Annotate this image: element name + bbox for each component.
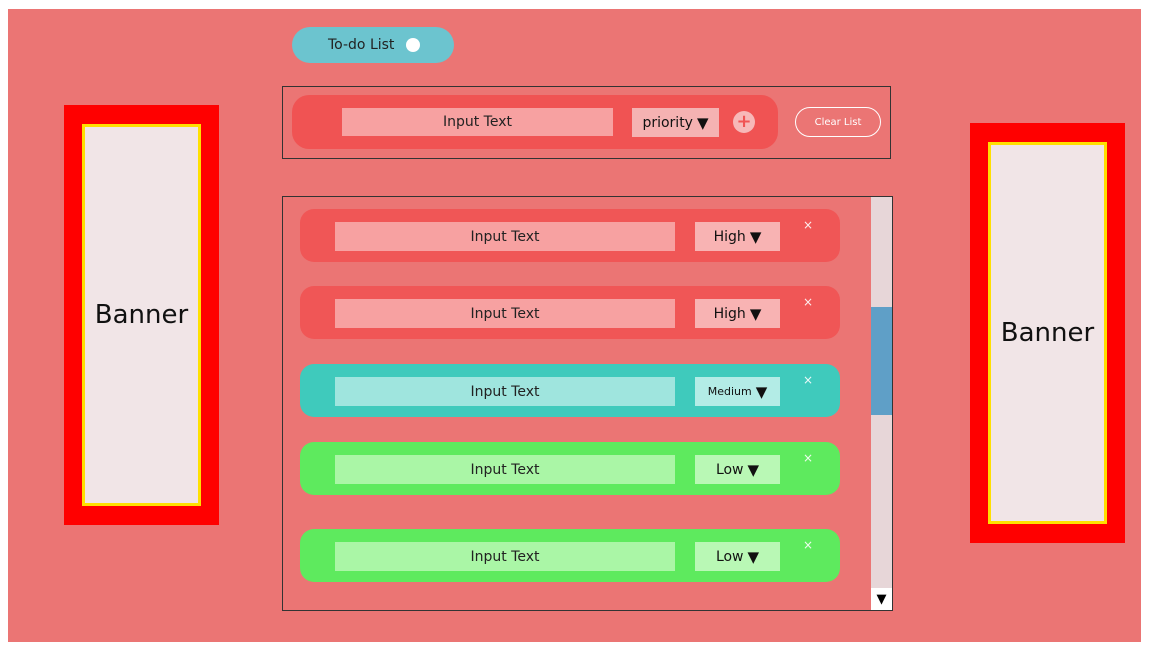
- close-icon[interactable]: ×: [803, 218, 813, 232]
- task-priority-select[interactable]: Medium ▼: [695, 377, 780, 406]
- task-row: Input Text High ▼ ×: [300, 286, 840, 339]
- task-row: Input Text Low ▼ ×: [300, 442, 840, 495]
- clear-list-button[interactable]: Clear List: [795, 107, 881, 137]
- scroll-down-arrow-icon[interactable]: ▼: [871, 588, 892, 610]
- priority-select-label: priority: [642, 114, 693, 131]
- close-icon[interactable]: ×: [803, 538, 813, 552]
- task-text-input[interactable]: Input Text: [335, 542, 675, 571]
- task-priority-select[interactable]: Low ▼: [695, 542, 780, 571]
- task-priority-label: Medium: [707, 385, 752, 398]
- add-task-panel: Input Text priority ▼ + Clear List: [282, 86, 891, 159]
- dropdown-arrow-icon: ▼: [696, 113, 709, 132]
- dropdown-arrow-icon: ▼: [747, 547, 760, 566]
- todo-list-toggle[interactable]: To-do List: [292, 27, 454, 63]
- left-banner: Banner: [64, 105, 219, 525]
- dropdown-arrow-icon: ▼: [749, 227, 762, 246]
- task-text-input[interactable]: Input Text: [335, 455, 675, 484]
- close-icon[interactable]: ×: [803, 373, 813, 387]
- task-priority-select[interactable]: High ▼: [695, 299, 780, 328]
- task-priority-label: Low: [715, 461, 744, 478]
- dropdown-arrow-icon: ▼: [749, 304, 762, 323]
- task-text-input[interactable]: Input Text: [335, 222, 675, 251]
- toggle-label: To-do List: [328, 37, 395, 53]
- task-row: Input Text High ▼ ×: [300, 209, 840, 262]
- left-banner-label: Banner: [82, 124, 201, 506]
- add-task-bar: Input Text priority ▼ +: [292, 95, 778, 149]
- right-banner-label: Banner: [988, 142, 1107, 524]
- task-priority-label: High: [713, 305, 746, 322]
- scrollbar-thumb[interactable]: [871, 307, 892, 415]
- new-task-input[interactable]: Input Text: [342, 108, 613, 136]
- app-background: To-do List Banner Banner Input Text prio…: [8, 9, 1141, 642]
- task-priority-label: High: [713, 228, 746, 245]
- dropdown-arrow-icon: ▼: [747, 460, 760, 479]
- task-priority-label: Low: [715, 548, 744, 565]
- task-row: Input Text Low ▼ ×: [300, 529, 840, 582]
- right-banner: Banner: [970, 123, 1125, 543]
- dropdown-arrow-icon: ▼: [755, 382, 768, 401]
- priority-select[interactable]: priority ▼: [632, 108, 719, 137]
- task-list-panel: Input Text High ▼ × Input Text High ▼ × Input Te…: [282, 196, 893, 611]
- task-text-input[interactable]: Input Text: [335, 377, 675, 406]
- scrollbar[interactable]: ▼: [871, 197, 892, 610]
- task-priority-select[interactable]: Low ▼: [695, 455, 780, 484]
- close-icon[interactable]: ×: [803, 451, 813, 465]
- task-text-input[interactable]: Input Text: [335, 299, 675, 328]
- plus-icon[interactable]: +: [733, 111, 755, 133]
- task-priority-select[interactable]: High ▼: [695, 222, 780, 251]
- close-icon[interactable]: ×: [803, 295, 813, 309]
- toggle-knob[interactable]: [406, 38, 421, 52]
- task-row: Input Text Medium ▼ ×: [300, 364, 840, 417]
